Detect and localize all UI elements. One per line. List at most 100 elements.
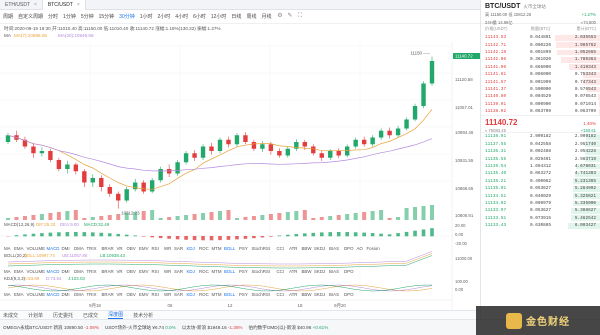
indicator-tab[interactable]: TRIX <box>87 292 97 297</box>
indicator-tab[interactable]: KDJ <box>187 246 195 251</box>
indicator-tab[interactable]: SAR <box>174 269 183 274</box>
interval-button[interactable]: 4小时 <box>175 13 188 20</box>
ask-row[interactable]: 11141.57 0.001999 0.747343 <box>481 78 600 85</box>
indicator-tab[interactable]: EMA <box>14 246 24 251</box>
indicator-tab[interactable]: BOLL <box>224 246 236 251</box>
indicator-tab[interactable]: MACD <box>47 246 60 251</box>
indicator-tab[interactable]: MTM <box>212 246 222 251</box>
ask-row[interactable]: 11142.19 0.001899 1.952665 <box>481 49 600 56</box>
indicator-tab[interactable]: MTM <box>212 292 222 297</box>
gear-icon[interactable]: ⚙ <box>276 13 283 20</box>
custom-period-button[interactable]: 自定义周期 <box>18 13 43 20</box>
indicator-tab[interactable]: TRIX <box>87 246 97 251</box>
bid-row[interactable]: 11135.55 0.029491 2.983719 <box>481 155 600 163</box>
indicator-tab[interactable]: BIAS <box>329 269 339 274</box>
indicator-tab[interactable]: DPO <box>344 292 354 297</box>
indicator-tab[interactable]: ATR <box>289 246 297 251</box>
interval-button[interactable]: 15分钟 <box>99 13 115 20</box>
fullscreen-icon[interactable]: ⛶ <box>296 13 303 20</box>
indicator-tab[interactable]: WR <box>164 246 171 251</box>
indicator-tab[interactable]: DMI <box>62 292 70 297</box>
bottom-tab[interactable]: 深度图 <box>108 311 124 319</box>
indicator-tab[interactable]: DPO <box>344 269 354 274</box>
indicator-tab[interactable]: SKDJ <box>314 246 325 251</box>
indicator-tab[interactable]: StochRSI <box>252 246 271 251</box>
indicator-tab[interactable]: VR <box>117 246 123 251</box>
indicator-tab[interactable]: StochRSI <box>252 292 271 297</box>
indicator-tab[interactable]: ATR <box>289 269 297 274</box>
indicator-tab[interactable]: KDJ <box>187 292 195 297</box>
bottom-tab[interactable]: 已成交 <box>83 312 98 319</box>
indicator-tab[interactable]: PSY <box>239 246 248 251</box>
indicator-tab[interactable]: WR <box>164 292 171 297</box>
bid-row[interactable]: 11138.91 2.909182 2.909182 <box>481 133 600 140</box>
interval-button[interactable]: 2小时 <box>158 13 171 20</box>
indicator-tab[interactable]: RSI <box>152 246 159 251</box>
tab-eth-usdt[interactable]: ETH/USDT × <box>0 0 43 10</box>
bottom-tab[interactable]: 未成交 <box>3 312 18 319</box>
bottom-tab[interactable]: 计划单 <box>28 312 43 319</box>
ask-row[interactable]: 11143.53 0.044891 2.035553 <box>481 34 600 41</box>
indicator-tab[interactable]: KDJ <box>187 269 195 274</box>
indicator-tab[interactable]: Fosion <box>367 246 381 251</box>
indicator-tab[interactable]: EMV <box>139 246 149 251</box>
indicator-tab[interactable]: RSI <box>152 269 159 274</box>
indicator-tab[interactable]: DPO <box>344 246 354 251</box>
close-icon[interactable]: × <box>77 2 80 8</box>
indicator-tab[interactable]: VOLUME <box>27 246 46 251</box>
bid-row[interactable]: 11135.54 1.694312 4.678031 <box>481 163 600 170</box>
indicator-tab[interactable]: BBW <box>302 269 313 274</box>
interval-button[interactable]: 5分钟 <box>81 13 94 20</box>
candlestick-chart[interactable]: 时间:2020-09-19 19:30 开:11010.40 高:11150.0… <box>0 24 480 310</box>
indicator-tab[interactable]: BBW <box>302 246 313 251</box>
bid-row[interactable]: 11133.43 0.630885 6.093427 <box>481 222 600 229</box>
indicator-tab[interactable]: ROC <box>199 269 209 274</box>
indicator-tab[interactable]: CCI <box>277 292 285 297</box>
indicator-tab[interactable]: ATR <box>289 292 297 297</box>
ask-row[interactable]: 11142.71 0.000220 1.985762 <box>481 41 600 48</box>
indicator-tab[interactable]: ROC <box>199 246 209 251</box>
bid-row[interactable]: 11135.40 0.063272 4.741303 <box>481 170 600 177</box>
bid-row[interactable]: 11133.97 0.053627 5.388627 <box>481 207 600 214</box>
bid-row[interactable]: 11135.21 0.490062 5.231365 <box>481 178 600 185</box>
bid-row[interactable]: 11137.55 0.042558 2.951740 <box>481 141 600 148</box>
interval-button[interactable]: 周线 <box>246 13 256 20</box>
indicator-tab[interactable]: SKDJ <box>314 292 325 297</box>
indicator-tab[interactable]: OBV <box>127 292 136 297</box>
indicator-tab[interactable]: PSY <box>239 269 248 274</box>
bid-row[interactable]: 11134.51 0.040029 5.325021 <box>481 192 600 200</box>
ticker-item[interactable]: OMEGA永续BTC/USDT 新浪 10890.50 -1.09% <box>3 325 99 331</box>
bid-row[interactable]: 11136.31 0.002488 2.954228 <box>481 148 600 155</box>
interval-button[interactable]: 30分钟 <box>119 13 135 20</box>
indicator-tab[interactable]: MA <box>4 292 11 297</box>
chart-canvas[interactable]: 时间:2020-09-19 19:30 开:11010.40 高:11150.0… <box>0 24 480 310</box>
indicator-tab[interactable]: EMA <box>14 292 24 297</box>
ask-row[interactable]: 11139.91 0.000900 0.071914 <box>481 101 600 108</box>
interval-button[interactable]: 12小时 <box>211 13 227 20</box>
indicator-tab[interactable]: BRAR <box>102 246 114 251</box>
ask-row[interactable]: 11141.90 0.666000 1.419343 <box>481 64 600 71</box>
indicator-tab[interactable]: WR <box>164 269 171 274</box>
ask-row[interactable]: 11141.61 0.006000 0.753343 <box>481 71 600 78</box>
indicator-tab[interactable]: AO <box>357 246 364 251</box>
indicator-tab[interactable]: DMI <box>62 246 70 251</box>
interval-button[interactable]: 日线 <box>231 13 241 20</box>
indicator-tab[interactable]: BOLL <box>224 292 236 297</box>
indicator-tab[interactable]: MA <box>4 246 11 251</box>
interval-button[interactable]: 1分钟 <box>63 13 76 20</box>
ticker-item[interactable]: 伯约数字OMD(以)-新浪 $40.96 +0.61% <box>248 325 328 331</box>
indicator-tab[interactable]: PSY <box>239 292 248 297</box>
close-icon[interactable]: × <box>34 2 37 8</box>
ticker-item[interactable]: USDT场外-火币全球站 ¥6.74 0.0% <box>105 325 176 331</box>
bid-row[interactable]: 11135.01 0.053627 5.284992 <box>481 185 600 192</box>
indicator-tab[interactable]: ROC <box>199 292 209 297</box>
ask-row[interactable]: 11142.06 0.361020 1.780363 <box>481 56 600 63</box>
indicator-tab[interactable]: DMA <box>74 292 84 297</box>
indicator-tab[interactable]: OBV <box>127 246 136 251</box>
indicator-tab[interactable]: TRIX <box>87 269 97 274</box>
indicator-tab[interactable]: MACD <box>47 292 60 297</box>
indicator-tab[interactable]: EMV <box>139 292 149 297</box>
indicator-tab[interactable]: SAR <box>174 292 183 297</box>
indicator-tab[interactable]: RSI <box>152 292 159 297</box>
interval-button[interactable]: 1小时 <box>140 13 153 20</box>
